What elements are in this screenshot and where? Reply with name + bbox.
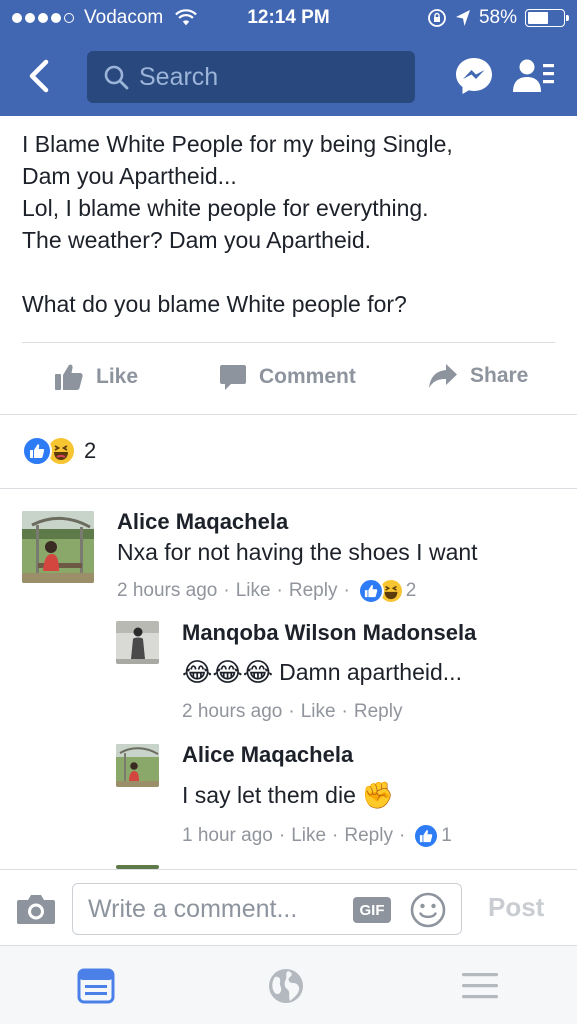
comment-like-link[interactable]: Like	[301, 701, 336, 723]
comment-text: Nxa for not having the shoes I want	[117, 539, 478, 566]
sticker-smiley-icon[interactable]	[410, 892, 446, 928]
status-bar: Vodacom 12:14 PM 58%	[0, 0, 577, 40]
comment-icon	[220, 365, 246, 390]
divider	[0, 488, 577, 489]
post-line: What do you blame White people for?	[22, 291, 407, 317]
comment-reactions[interactable]: 1	[413, 823, 452, 849]
post-line: The weather? Dam you Apartheid.	[22, 227, 372, 253]
post-line	[22, 256, 562, 288]
comment-reply-link[interactable]: Reply	[344, 825, 393, 847]
share-label: Share	[470, 364, 529, 387]
rotation-lock-icon	[428, 9, 446, 27]
post-button[interactable]: Post	[488, 892, 544, 923]
battery-percent: 58%	[478, 7, 517, 28]
like-reaction-icon	[22, 436, 52, 466]
search-input[interactable]: Search	[87, 51, 415, 103]
search-icon	[104, 65, 129, 90]
comment-like-link[interactable]: Like	[291, 825, 326, 847]
comment-text-value: Nxa for not having the shoes I want	[117, 539, 478, 565]
comment-meta: 2 hours ago · Like · Reply · 2	[117, 578, 416, 604]
comment-text: I say let them die ✊	[182, 780, 394, 811]
comment-composer: Write a comment... GIF Post	[0, 869, 577, 945]
status-right: 58%	[427, 7, 569, 29]
post-actions: Like Comment Share	[0, 355, 577, 401]
comment-reply-link[interactable]: Reply	[354, 701, 403, 723]
comment-input[interactable]: Write a comment... GIF	[72, 883, 462, 935]
comment-time: 1 hour ago	[182, 825, 273, 846]
comment-text: 😂😂😂 Damn apartheid...	[182, 657, 462, 688]
comment-time: 2 hours ago	[117, 580, 218, 601]
comment-text-value: I say let them die	[182, 782, 356, 808]
avatar[interactable]	[22, 511, 94, 583]
avatar[interactable]	[116, 744, 159, 787]
news-feed-icon[interactable]	[76, 966, 116, 1006]
post-line: I Blame White People for my being Single…	[22, 131, 453, 157]
raised-fist-emoji: ✊	[361, 780, 395, 810]
comment-reaction-count: 1	[441, 825, 452, 846]
notifications-globe-icon[interactable]	[266, 966, 306, 1006]
comment-time: 2 hours ago	[182, 701, 283, 722]
comment-like-link[interactable]: Like	[236, 580, 271, 602]
camera-icon[interactable]	[16, 892, 56, 926]
like-reaction-icon	[413, 823, 440, 849]
like-reaction-icon	[357, 578, 384, 604]
divider	[0, 414, 577, 415]
like-label: Like	[96, 365, 139, 388]
tab-bar	[0, 945, 577, 1024]
friend-requests-icon[interactable]	[512, 58, 556, 94]
comment-reaction-count: 2	[405, 580, 417, 601]
messenger-icon[interactable]	[454, 56, 494, 96]
post-reactions[interactable]: 2	[22, 436, 96, 466]
battery-icon	[525, 9, 569, 27]
post-line: Dam you Apartheid...	[22, 163, 237, 189]
avatar[interactable]	[116, 621, 159, 664]
location-icon	[455, 10, 470, 26]
comment-author[interactable]: Alice Maqachela	[117, 509, 288, 535]
comment-text-value: Damn apartheid...	[279, 659, 462, 685]
post-text: I Blame White People for my being Single…	[22, 128, 562, 320]
search-placeholder: Search	[139, 62, 219, 91]
gif-button[interactable]: GIF	[353, 897, 391, 923]
like-button[interactable]: Like	[54, 363, 138, 391]
comment-reactions[interactable]: 2	[357, 578, 417, 604]
menu-icon[interactable]	[460, 966, 500, 1006]
comment-label: Comment	[259, 365, 356, 388]
reaction-count: 2	[84, 438, 97, 463]
post-line: Lol, I blame white people for everything…	[22, 195, 429, 221]
share-arrow-icon	[429, 364, 457, 388]
comment-meta: 2 hours ago · Like · Reply	[182, 701, 403, 723]
thumbs-up-icon	[55, 364, 83, 390]
comment-placeholder: Write a comment...	[88, 894, 298, 923]
tears-of-joy-emoji: 😂😂😂	[182, 657, 274, 687]
comment-button[interactable]: Comment	[219, 363, 356, 391]
comment-meta: 1 hour ago · Like · Reply · 1	[182, 823, 452, 849]
back-arrow-icon[interactable]	[22, 56, 58, 96]
top-bar: Vodacom 12:14 PM 58% Search	[0, 0, 577, 116]
comment-reply-link[interactable]: Reply	[289, 580, 338, 602]
comment-author[interactable]: Manqoba Wilson Madonsela	[182, 620, 476, 646]
share-button[interactable]: Share	[428, 363, 528, 389]
nav-bar: Search	[0, 46, 577, 108]
divider	[22, 342, 555, 343]
comment-author[interactable]: Alice Maqachela	[182, 742, 353, 768]
